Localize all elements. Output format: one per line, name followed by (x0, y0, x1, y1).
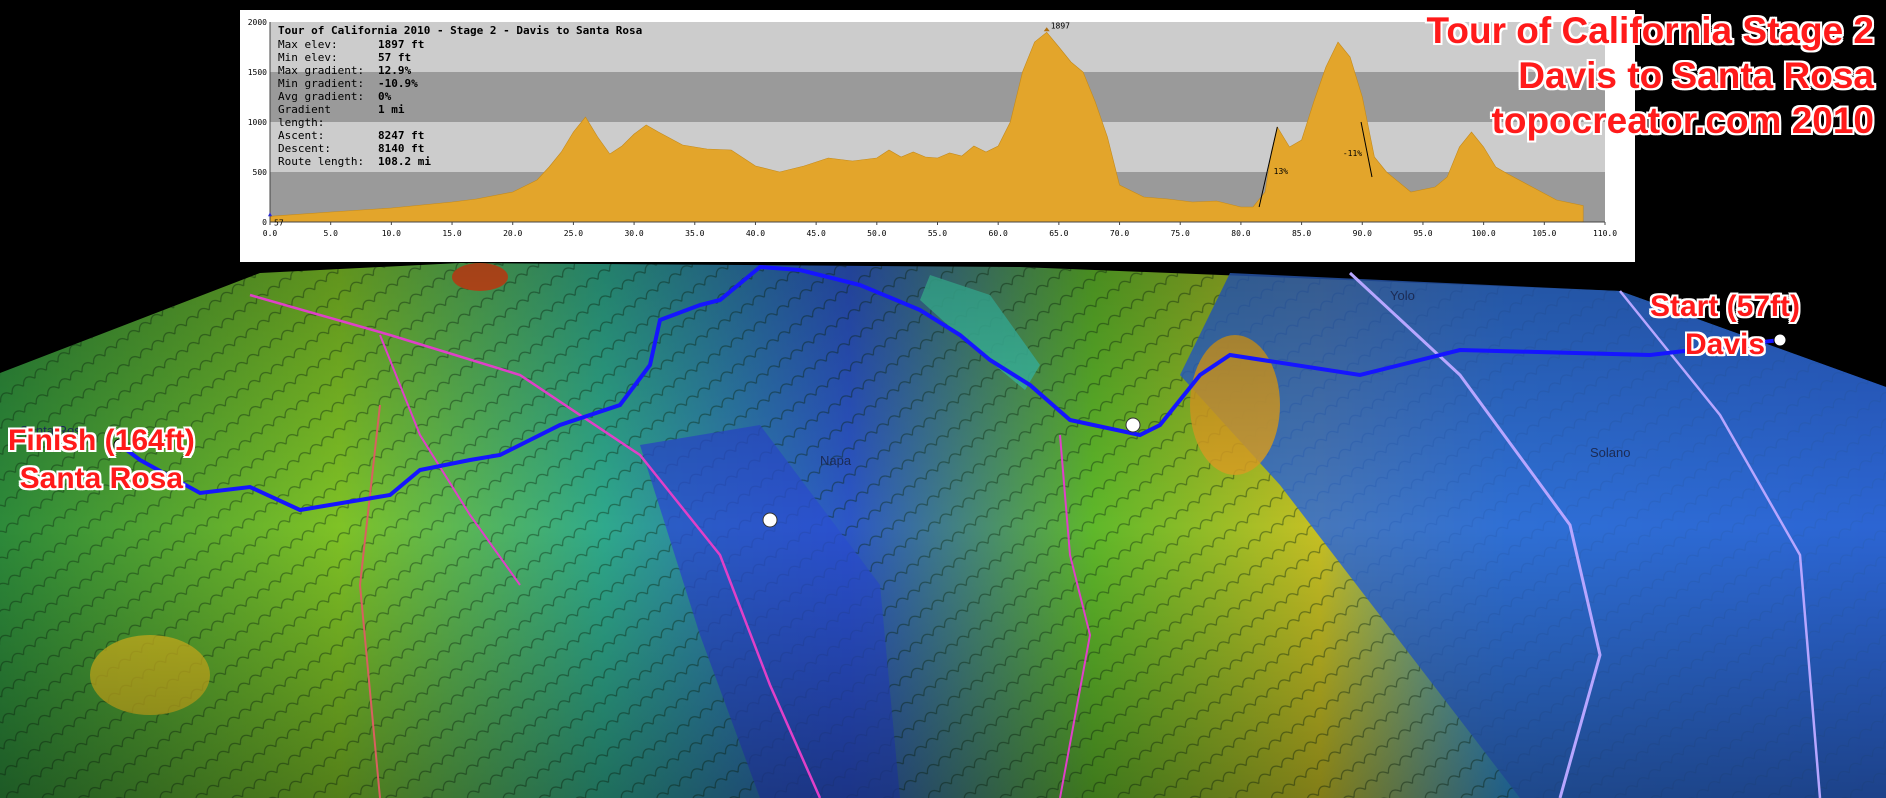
stat-max-gradient: Max gradient: 12.9% (278, 64, 412, 77)
finish-label-line-2: Santa Rosa (19, 462, 184, 495)
x-tick-label: 55.0 (928, 229, 947, 238)
x-tick-label: 85.0 (1292, 229, 1311, 238)
x-tick-label: 0.0 (263, 229, 278, 238)
start-label-line-1: Start (57ft) (1650, 290, 1801, 323)
stat-min-gradient: Min gradient: -10.9% (278, 77, 418, 90)
x-tick-label: 5.0 (323, 229, 338, 238)
peak-elevation-label: 1897 (1051, 21, 1070, 30)
x-tick-label: 30.0 (624, 229, 643, 238)
headline: Tour of California Stage 2 Davis to Sant… (1427, 8, 1874, 143)
x-tick-label: 60.0 (989, 229, 1008, 238)
x-tick-label: 40.0 (746, 229, 765, 238)
y-tick-label: 0 (262, 218, 267, 227)
x-tick-label: 45.0 (807, 229, 826, 238)
x-tick-label: 15.0 (442, 229, 461, 238)
x-tick-label: 100.0 (1472, 229, 1496, 238)
stat-ascent: Ascent: 8247 ft (278, 129, 425, 142)
y-tick-label: 500 (253, 168, 268, 177)
route-marker (1125, 417, 1141, 433)
map-label-yolo: Yolo (1390, 288, 1415, 303)
x-tick-label: 70.0 (1110, 229, 1129, 238)
grade-label-down: -11% (1343, 149, 1362, 158)
x-tick-label: 95.0 (1413, 229, 1432, 238)
x-tick-label: 25.0 (564, 229, 583, 238)
terrain-map: Yolo Solano Santa Rosa Napa (0, 255, 1886, 798)
map-label-solano: Solano (1590, 445, 1630, 460)
profile-title: Tour of California 2010 - Stage 2 - Davi… (278, 24, 643, 37)
x-tick-label: 105.0 (1532, 229, 1556, 238)
y-tick-label: 1000 (248, 118, 267, 127)
x-tick-label: 110.0 (1593, 229, 1617, 238)
map-label-napa: Napa (820, 453, 852, 468)
y-tick-label: 2000 (248, 18, 267, 27)
x-tick-label: 35.0 (685, 229, 704, 238)
start-elevation-label: 57 (274, 218, 284, 227)
x-tick-label: 10.0 (382, 229, 401, 238)
x-tick-label: 80.0 (1231, 229, 1250, 238)
x-tick-label: 65.0 (1049, 229, 1068, 238)
terrain-map-svg: Yolo Solano Santa Rosa Napa (0, 255, 1886, 798)
route-marker-2 (762, 512, 778, 528)
stat-min-elev: Min elev: 57 ft (278, 51, 412, 64)
x-tick-label: 75.0 (1171, 229, 1190, 238)
x-tick-label: 50.0 (867, 229, 886, 238)
stat-avg-gradient: Avg gradient: 0% (278, 90, 392, 103)
profile-stats: Tour of California 2010 - Stage 2 - Davi… (278, 24, 642, 168)
start-label: Start (57ft) Davis (1650, 288, 1800, 364)
headline-line-1: Tour of California Stage 2 (1426, 10, 1874, 51)
headline-line-2: Davis to Santa Rosa (1518, 55, 1874, 96)
start-label-line-2: Davis (1684, 328, 1766, 361)
finish-label: Finish (164ft) Santa Rosa (8, 422, 195, 498)
x-tick-label: 20.0 (503, 229, 522, 238)
finish-label-line-1: Finish (164ft) (8, 424, 195, 457)
headline-line-3: topocreator.com 2010 (1491, 100, 1874, 141)
grade-label-up: 13% (1274, 167, 1289, 176)
stat-max-elev: Max elev: 1897 ft (278, 38, 425, 51)
stat-gradient-length: Gradient length: 1 mi (278, 103, 405, 129)
stat-route-length: Route length: 108.2 mi (278, 155, 431, 168)
y-tick-label: 1500 (248, 68, 267, 77)
stat-descent: Descent: 8140 ft (278, 142, 425, 155)
x-tick-label: 90.0 (1353, 229, 1372, 238)
